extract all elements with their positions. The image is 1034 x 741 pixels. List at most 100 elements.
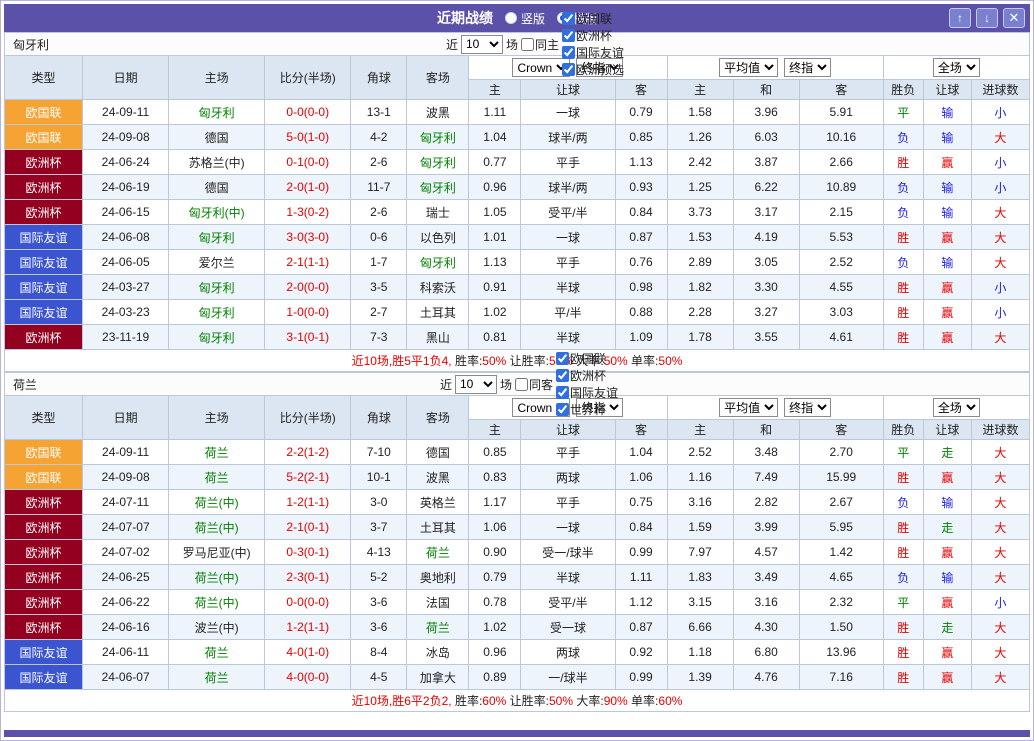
eu-draw-odds: 7.49 [733, 465, 799, 490]
home-team: 荷兰(中) [169, 515, 265, 540]
result-wdl: 平 [883, 100, 923, 125]
column-header-corner: 角球 [351, 56, 407, 100]
league-label: 欧洲杯 [570, 367, 606, 384]
league-filter[interactable]: 国际友谊 [556, 384, 618, 401]
match-date: 24-09-08 [83, 465, 169, 490]
match-row: 国际友谊 24-06-11 荷兰 4-0(1-0) 8-4 冰岛 0.96 两球… [5, 640, 1030, 665]
same-venue-filter[interactable]: 同客 [515, 376, 553, 393]
eu-draw-odds: 3.30 [733, 275, 799, 300]
match-date: 24-09-08 [83, 125, 169, 150]
league-checkbox[interactable] [556, 386, 569, 399]
match-count-select[interactable]: 10 [455, 375, 497, 394]
score: 5-0(1-0) [265, 125, 351, 150]
column-header-eu-home: 主 [667, 80, 733, 100]
eu-away-odds: 3.03 [799, 300, 883, 325]
ah-away-odds: 0.92 [615, 640, 667, 665]
same-venue-label: 同主 [535, 36, 559, 53]
league-checkbox[interactable] [562, 12, 575, 25]
eu-home-odds: 2.28 [667, 300, 733, 325]
match-date: 24-06-19 [83, 175, 169, 200]
ah-home-odds: 0.77 [469, 150, 521, 175]
near-label: 近 [440, 376, 452, 393]
league-filter[interactable]: 欧国联 [556, 350, 618, 367]
league-filter[interactable]: 世界杯 [556, 401, 618, 418]
league-checkbox[interactable] [562, 29, 575, 42]
summary-segment: 90% [604, 694, 628, 708]
eu-home-odds: 6.66 [667, 615, 733, 640]
team-name: 荷兰 [13, 376, 37, 393]
down-arrow-icon: ↓ [984, 11, 990, 25]
league-filter[interactable]: 欧洲杯 [556, 367, 618, 384]
eu-home-odds: 1.26 [667, 125, 733, 150]
match-date: 24-06-24 [83, 150, 169, 175]
ah-home-odds: 0.79 [469, 565, 521, 590]
corner-score: 4-5 [351, 665, 407, 690]
result-wdl: 平 [883, 440, 923, 465]
ah-away-odds: 0.99 [615, 540, 667, 565]
summary-segment: 50% [549, 694, 573, 708]
league-filter[interactable]: 欧国联 [562, 10, 624, 27]
corner-score: 4-2 [351, 125, 407, 150]
close-button[interactable]: ✕ [1003, 8, 1025, 28]
eu-draw-odds: 3.05 [733, 250, 799, 275]
same-venue-filter[interactable]: 同主 [521, 36, 559, 53]
bottom-bar [4, 730, 1030, 737]
eu-draw-odds: 4.57 [733, 540, 799, 565]
result-wdl: 负 [883, 125, 923, 150]
corner-score: 4-13 [351, 540, 407, 565]
result-handicap: 输 [923, 565, 971, 590]
competition-badge: 国际友谊 [5, 665, 83, 690]
euro-final-odds-select[interactable]: 终指 [784, 398, 831, 417]
eu-away-odds: 2.66 [799, 150, 883, 175]
scope-select[interactable]: 全场 [933, 58, 980, 77]
eu-home-odds: 1.59 [667, 515, 733, 540]
column-header-eu-away: 客 [799, 80, 883, 100]
away-team: 奥地利 [407, 565, 469, 590]
match-date: 24-07-11 [83, 490, 169, 515]
result-handicap: 输 [923, 490, 971, 515]
euro-average-select[interactable]: 平均值 [719, 58, 778, 77]
scroll-down-button[interactable]: ↓ [976, 8, 998, 28]
summary-segment: 让胜率: [506, 692, 549, 709]
same-venue-checkbox[interactable] [515, 378, 528, 391]
league-filter[interactable]: 国际友谊 [562, 44, 624, 61]
result-handicap: 走 [923, 440, 971, 465]
league-filter[interactable]: 欧洲预选 [562, 61, 624, 78]
eu-away-odds: 2.70 [799, 440, 883, 465]
league-label: 欧洲预选 [576, 61, 624, 78]
ah-away-odds: 0.99 [615, 665, 667, 690]
ah-home-odds: 1.01 [469, 225, 521, 250]
eu-home-odds: 1.16 [667, 465, 733, 490]
league-checkbox[interactable] [556, 352, 569, 365]
league-checkbox[interactable] [556, 369, 569, 382]
match-row: 欧洲杯 24-06-25 荷兰(中) 2-3(0-1) 5-2 奥地利 0.79… [5, 565, 1030, 590]
league-checkbox[interactable] [562, 46, 575, 59]
ah-line: 球半/两 [521, 175, 615, 200]
sections-container: 匈牙利 近 10 场 同主 欧国联欧洲杯国际友谊欧洲预选 类型 [4, 32, 1030, 712]
home-team: 罗马尼亚(中) [169, 540, 265, 565]
column-header-home: 主场 [169, 396, 265, 440]
scroll-up-button[interactable]: ↑ [949, 8, 971, 28]
summary-segment: 60% [658, 694, 682, 708]
league-filter[interactable]: 欧洲杯 [562, 27, 624, 44]
ah-home-odds: 1.06 [469, 515, 521, 540]
home-team: 匈牙利 [169, 225, 265, 250]
score: 2-1(0-1) [265, 515, 351, 540]
games-label: 场 [506, 36, 518, 53]
eu-home-odds: 1.82 [667, 275, 733, 300]
same-venue-checkbox[interactable] [521, 38, 534, 51]
scope-select[interactable]: 全场 [933, 398, 980, 417]
away-team: 冰岛 [407, 640, 469, 665]
match-count-select[interactable]: 10 [461, 35, 503, 54]
eu-away-odds: 4.55 [799, 275, 883, 300]
league-checkbox[interactable] [562, 63, 575, 76]
result-goals: 小 [971, 300, 1029, 325]
up-arrow-icon: ↑ [957, 11, 963, 25]
score: 4-0(1-0) [265, 640, 351, 665]
euro-final-odds-select[interactable]: 终指 [784, 58, 831, 77]
league-checkbox[interactable] [556, 403, 569, 416]
euro-average-select[interactable]: 平均值 [719, 398, 778, 417]
eu-draw-odds: 4.19 [733, 225, 799, 250]
match-date: 24-06-05 [83, 250, 169, 275]
match-row: 欧洲杯 24-07-11 荷兰(中) 1-2(1-1) 3-0 英格兰 1.17… [5, 490, 1030, 515]
